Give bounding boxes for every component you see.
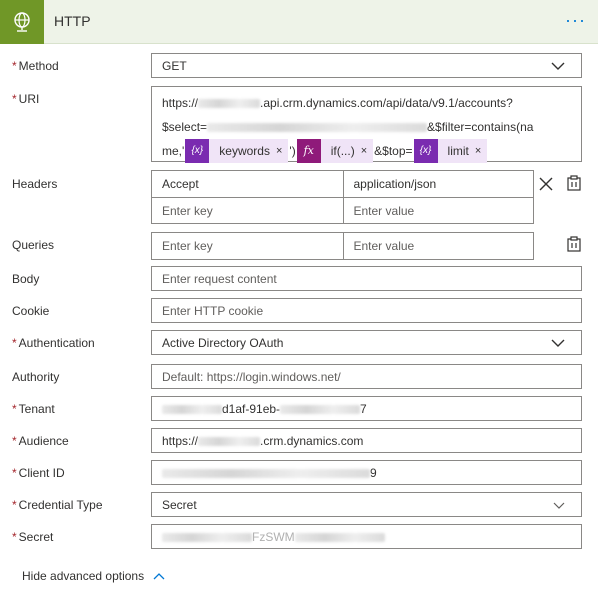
headers-table: Accept application/json Enter key Enter …	[151, 170, 534, 224]
authentication-value: Active Directory OAuth	[162, 336, 284, 350]
action-header[interactable]: HTTP ···	[0, 0, 598, 44]
uri-line-2: $select= &$filter=contains(na	[162, 120, 534, 134]
header-key-input[interactable]: Accept	[152, 171, 343, 197]
tenant-label: * Tenant	[12, 402, 55, 416]
switch-to-text-mode-icon[interactable]	[567, 175, 581, 191]
remove-token-limit-button[interactable]: ×	[475, 139, 487, 163]
secret-input[interactable]: FzSWM	[151, 524, 582, 549]
method-select[interactable]: GET	[151, 53, 582, 78]
remove-header-icon[interactable]	[539, 177, 553, 191]
credential-type-label: * Credential Type	[12, 498, 103, 512]
hide-advanced-options-toggle[interactable]: Hide advanced options	[22, 569, 165, 583]
uri-line-1: https://.api.crm.dynamics.com/api/data/v…	[162, 96, 513, 110]
tenant-input[interactable]: d1af-91eb- 7	[151, 396, 582, 421]
authentication-select[interactable]: Active Directory OAuth	[151, 330, 582, 355]
token-limit[interactable]: {x} limit ×	[413, 139, 488, 163]
token-if-expression[interactable]: fx if(...) ×	[296, 139, 374, 163]
authentication-label: * Authentication	[12, 336, 95, 350]
variable-icon: {x}	[185, 139, 210, 163]
header-row-empty: Enter key Enter value	[152, 197, 533, 223]
variable-icon: {x}	[413, 139, 438, 163]
expression-icon: fx	[296, 139, 321, 163]
queries-table: Enter key Enter value	[151, 232, 534, 260]
query-row: Enter key Enter value	[152, 233, 533, 259]
headers-label: Headers	[12, 177, 58, 191]
cookie-input[interactable]: Enter HTTP cookie	[151, 298, 582, 323]
credential-type-select[interactable]: Secret	[151, 492, 582, 517]
header-value-input-empty[interactable]: Enter value	[342, 198, 534, 223]
chevron-down-icon	[551, 62, 565, 70]
uri-label: * URI	[12, 92, 40, 106]
chevron-up-icon	[153, 573, 165, 580]
chevron-down-icon	[551, 339, 565, 347]
queries-label: Queries	[12, 238, 55, 252]
remove-token-keywords-button[interactable]: ×	[276, 139, 288, 163]
remove-token-if-button[interactable]: ×	[361, 139, 373, 163]
header-key-input-empty[interactable]: Enter key	[152, 198, 343, 223]
uri-input[interactable]: https://.api.crm.dynamics.com/api/data/v…	[151, 86, 582, 163]
chevron-down-icon	[553, 502, 565, 509]
cookie-label: Cookie	[12, 304, 50, 318]
uri-line-3: me,' {x} keywords × ') fx if(...) × &$top= {x} lim…	[162, 139, 571, 163]
tenant-visible-part: d1af-91eb-	[222, 402, 281, 416]
query-value-input[interactable]: Enter value	[342, 233, 534, 259]
action-title: HTTP	[54, 13, 91, 29]
authority-input[interactable]: Default: https://login.windows.net/	[151, 364, 582, 389]
authority-label: Authority	[12, 370, 60, 384]
method-value: GET	[162, 59, 187, 73]
more-options-button[interactable]: ···	[565, 10, 586, 31]
secret-label: * Secret	[12, 530, 54, 544]
credential-type-value: Secret	[162, 498, 197, 512]
body-input[interactable]: Enter request content	[151, 266, 582, 291]
body-label: Body	[12, 272, 40, 286]
token-keywords[interactable]: {x} keywords ×	[185, 139, 289, 163]
client-id-label: * Client ID	[12, 466, 65, 480]
switch-to-text-mode-icon[interactable]	[567, 236, 581, 252]
client-id-input[interactable]: 9	[151, 460, 582, 485]
header-row: Accept application/json	[152, 171, 533, 197]
audience-input[interactable]: https://.crm.dynamics.com	[151, 428, 582, 453]
http-globe-icon	[0, 0, 44, 44]
audience-label: * Audience	[12, 434, 69, 448]
method-label: * Method	[12, 59, 59, 73]
query-key-input[interactable]: Enter key	[152, 233, 343, 259]
header-value-input[interactable]: application/json	[342, 171, 534, 197]
